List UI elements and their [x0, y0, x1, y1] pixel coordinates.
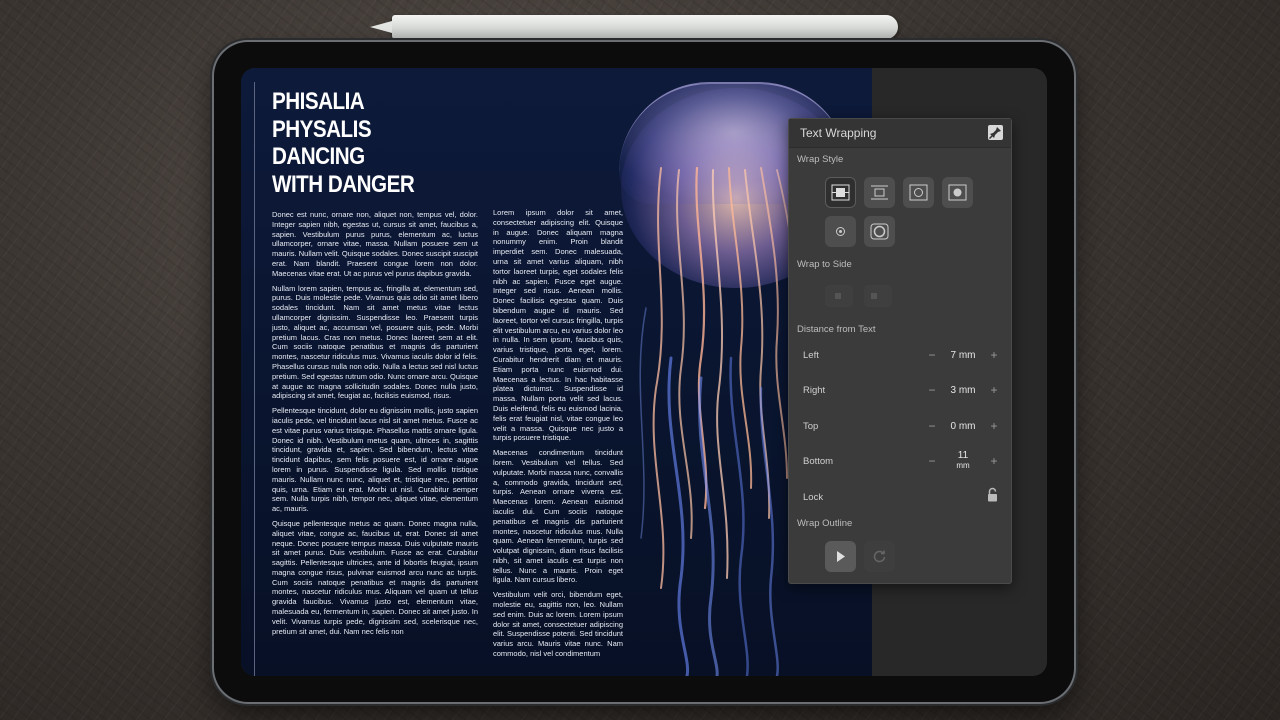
- distance-right-label: Right: [803, 385, 826, 396]
- minus-icon[interactable]: −: [925, 348, 939, 362]
- column-guide: [254, 82, 255, 676]
- minus-icon[interactable]: −: [925, 454, 939, 468]
- distance-left-label: Left: [803, 350, 819, 361]
- apple-pencil: [370, 15, 898, 39]
- cursor-arrow-icon: [837, 551, 845, 562]
- wrap-tight-icon: [909, 184, 928, 201]
- wrap-none-icon: [836, 227, 845, 236]
- distance-bottom-stepper[interactable]: − 11 mm +: [923, 448, 1003, 478]
- distance-bottom-label: Bottom: [803, 456, 834, 467]
- minus-icon[interactable]: −: [925, 383, 939, 397]
- lock-icon[interactable]: [987, 487, 998, 502]
- edit-outline-button[interactable]: [825, 541, 856, 572]
- wrap-style-tight-button[interactable]: [903, 177, 934, 208]
- wrap-style-label: Wrap Style: [797, 154, 844, 165]
- distance-bottom-value[interactable]: 11: [941, 450, 985, 461]
- reset-outline-button[interactable]: [864, 541, 895, 572]
- wrap-style-square-button[interactable]: [825, 177, 856, 208]
- text-wrapping-panel: Text Wrapping Wrap Style Wrap to Side Di…: [788, 118, 1012, 584]
- distance-bottom-row: Bottom − 11 mm +: [789, 448, 1011, 478]
- distance-top-label: Top: [803, 421, 819, 432]
- distance-left-value[interactable]: 7 mm: [941, 350, 985, 361]
- wrap-style-through-button[interactable]: [942, 177, 973, 208]
- paragraph: Vestibulum velit orci, bibendum eget, mo…: [493, 590, 623, 659]
- distance-bottom-unit: mm: [956, 461, 970, 470]
- plus-icon[interactable]: +: [987, 419, 1001, 433]
- reset-icon: [873, 550, 886, 563]
- plus-icon[interactable]: +: [987, 383, 1001, 397]
- wrap-through-icon: [948, 184, 967, 201]
- distance-right-stepper[interactable]: − 3 mm +: [923, 377, 1003, 407]
- text-column-right[interactable]: Lorem ipsum dolor sit amet, consectetuer…: [493, 208, 623, 676]
- pin-icon[interactable]: [988, 125, 1003, 140]
- paragraph: Nullam lorem sapien, tempus ac, fringill…: [272, 283, 478, 401]
- text-column-left[interactable]: Donec est nunc, ornare non, aliquet non,…: [272, 210, 478, 676]
- distance-right-value[interactable]: 3 mm: [941, 385, 985, 396]
- wrap-side-right-button[interactable]: [864, 285, 892, 307]
- distance-top-value[interactable]: 0 mm: [941, 421, 985, 432]
- minus-icon[interactable]: −: [925, 419, 939, 433]
- distance-right-row: Right − 3 mm +: [789, 377, 1011, 407]
- paragraph: Pellentesque tincidunt, dolor eu digniss…: [272, 406, 478, 514]
- panel-header: Text Wrapping: [789, 119, 1011, 148]
- wrap-style-none-button[interactable]: [825, 216, 856, 247]
- panel-title: Text Wrapping: [800, 126, 877, 140]
- wrap-side-right-icon: [871, 293, 877, 299]
- wrap-style-outline-button[interactable]: [864, 216, 895, 247]
- wrap-side-left-icon: [835, 293, 841, 299]
- lock-row: Lock: [789, 484, 1011, 514]
- wrap-square-icon: [831, 184, 850, 201]
- plus-icon[interactable]: +: [987, 454, 1001, 468]
- plus-icon[interactable]: +: [987, 348, 1001, 362]
- wrap-side-left-button[interactable]: [825, 285, 853, 307]
- wrap-to-side-label: Wrap to Side: [797, 259, 852, 270]
- wrap-outline-label: Wrap Outline: [797, 518, 853, 529]
- wrap-style-top-bottom-button[interactable]: [864, 177, 895, 208]
- wrap-top-bottom-icon: [871, 185, 888, 200]
- lock-label: Lock: [803, 492, 824, 503]
- distance-from-text-label: Distance from Text: [797, 324, 876, 335]
- document-page[interactable]: PHISALIA PHYSALIS DANCING WITH DANGER Do…: [241, 68, 872, 676]
- paragraph: Quisque pellentesque metus ac quam. Done…: [272, 518, 478, 636]
- wrap-outline-icon: [870, 223, 889, 240]
- article-headline[interactable]: PHISALIA PHYSALIS DANCING WITH DANGER: [272, 88, 418, 198]
- paragraph: Maecenas condimentum tincidunt lorem. Ve…: [493, 448, 623, 585]
- paragraph: Donec est nunc, ornare non, aliquet non,…: [272, 210, 478, 278]
- paragraph: Lorem ipsum dolor sit amet, consectetuer…: [493, 208, 623, 443]
- distance-left-row: Left − 7 mm +: [789, 342, 1011, 372]
- distance-left-stepper[interactable]: − 7 mm +: [923, 342, 1003, 372]
- distance-top-stepper[interactable]: − 0 mm +: [923, 413, 1003, 443]
- distance-top-row: Top − 0 mm +: [789, 413, 1011, 443]
